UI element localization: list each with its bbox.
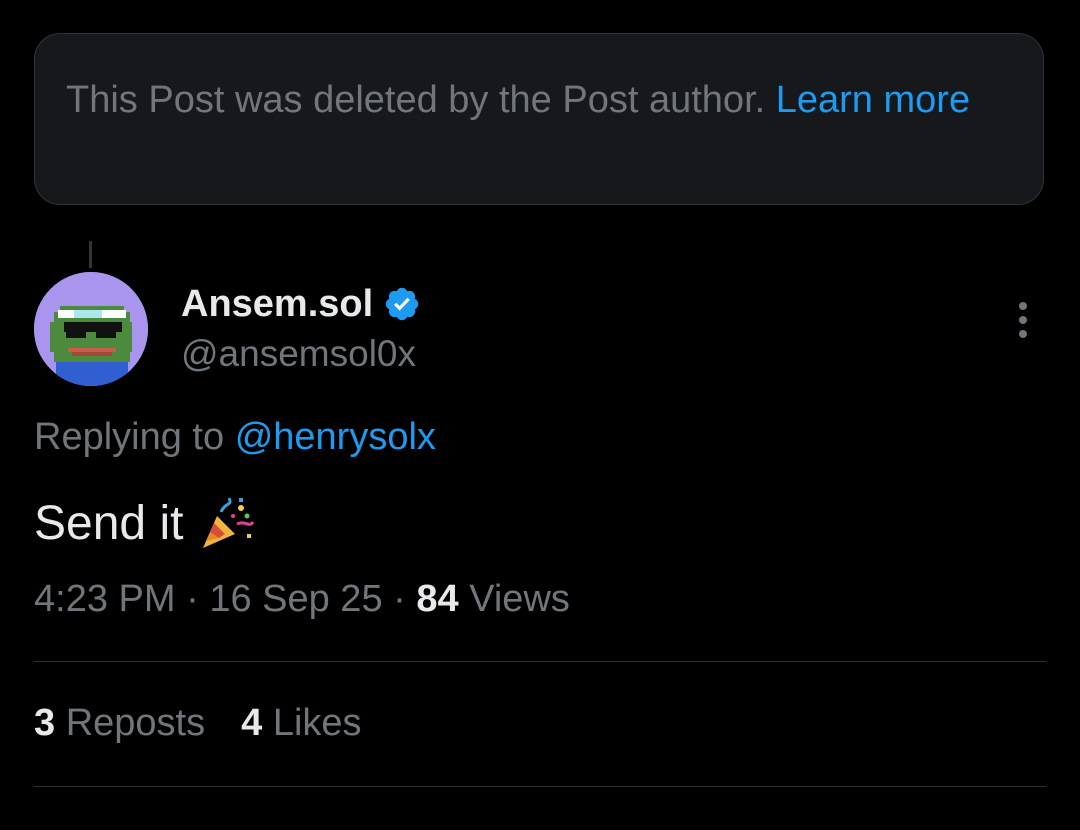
likes-count: 4 [241, 702, 263, 744]
views-label: Views [469, 578, 570, 620]
verified-badge-icon[interactable] [383, 285, 421, 323]
display-name[interactable]: Ansem.sol [181, 283, 373, 326]
avatar[interactable] [34, 272, 148, 386]
post-text: Send it [34, 496, 184, 550]
views-count: 84 [416, 578, 459, 620]
meta-separator: · [393, 578, 406, 620]
engagement-stats: 3 Reposts 4 Likes [34, 702, 398, 745]
likes-stat[interactable]: 4 Likes [241, 702, 361, 745]
reposts-label: Reposts [65, 702, 206, 744]
replying-handle-link[interactable]: @henrysolx [235, 416, 436, 458]
replying-prefix: Replying to [34, 416, 225, 458]
party-popper-icon [197, 494, 255, 552]
deleted-notice-message: This Post was deleted by the Post author… [66, 79, 766, 121]
meta-separator: · [186, 578, 199, 620]
thread-connector-line [89, 241, 92, 268]
pepe-avatar-icon [34, 272, 148, 386]
post-body: Send it [34, 494, 255, 552]
deleted-notice-text: This Post was deleted by the Post author… [66, 72, 996, 129]
deleted-post-notice: This Post was deleted by the Post author… [34, 33, 1044, 205]
more-vertical-icon[interactable] [1005, 298, 1041, 342]
post-meta: 4:23 PM · 16 Sep 25 · 84 Views [34, 578, 570, 621]
post-date[interactable]: 16 Sep 25 [209, 578, 382, 620]
reposts-count: 3 [34, 702, 56, 744]
reposts-stat[interactable]: 3 Reposts [34, 702, 205, 745]
author-handle[interactable]: @ansemsol0x [181, 333, 416, 375]
replying-to: Replying to @henrysolx [34, 416, 436, 459]
learn-more-link[interactable]: Learn more [776, 79, 970, 121]
post-time[interactable]: 4:23 PM [34, 578, 176, 620]
likes-label: Likes [272, 702, 362, 744]
divider [34, 661, 1046, 662]
author-name-row: Ansem.sol [181, 279, 421, 329]
divider [34, 786, 1046, 787]
